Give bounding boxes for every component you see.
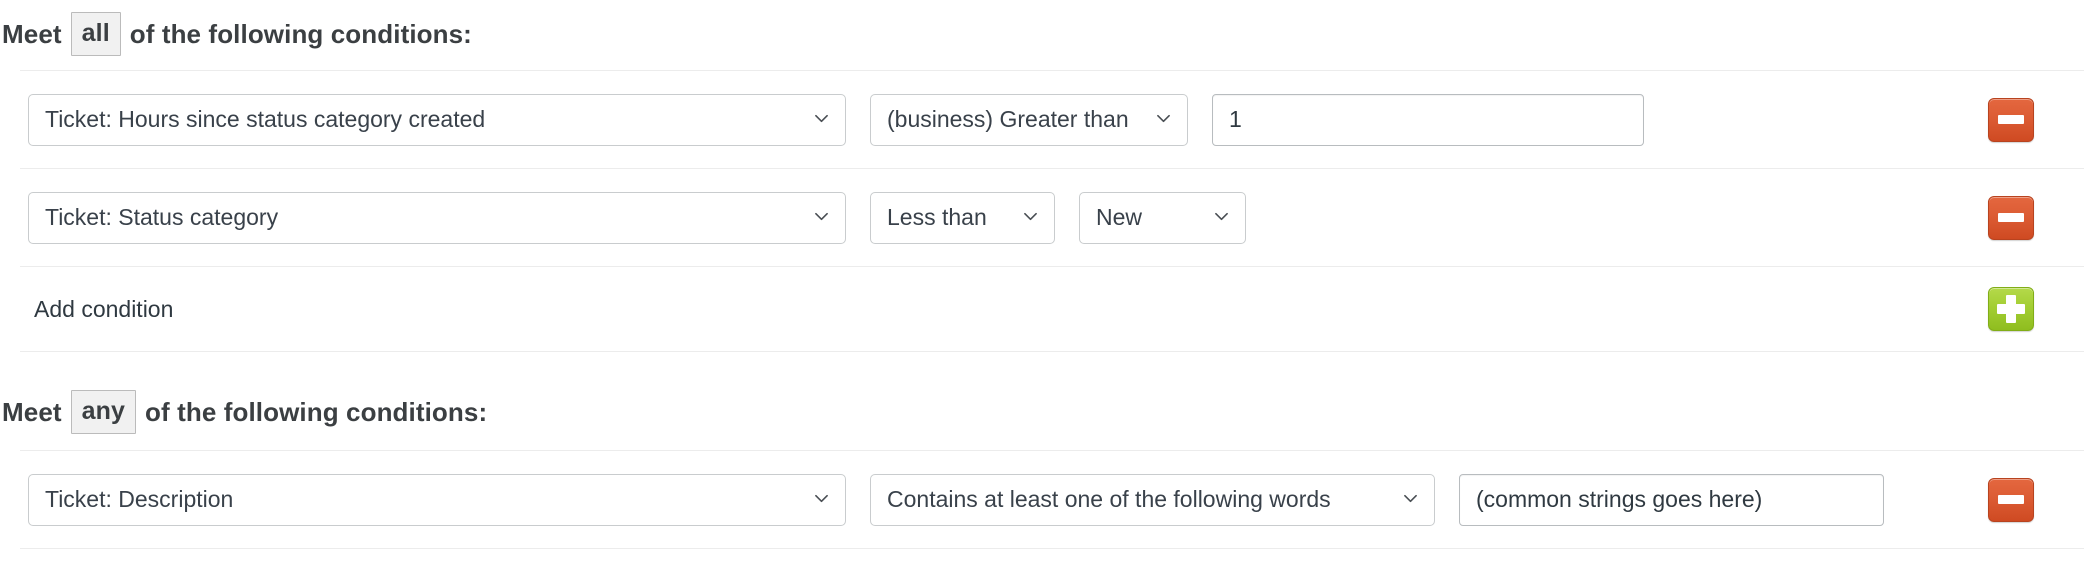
chevron-down-icon <box>1023 209 1038 224</box>
section-heading-all: Meet all of the following conditions: <box>0 0 2084 70</box>
condition-operator-value: Less than <box>887 204 987 230</box>
match-type-all[interactable]: all <box>70 12 121 56</box>
remove-condition-button[interactable] <box>1988 195 2034 240</box>
heading-lead-text: Meet <box>2 18 62 49</box>
condition-operator-select[interactable]: (business) Greater than <box>870 93 1188 146</box>
chevron-down-icon <box>814 491 829 506</box>
heading-tail-text: of the following conditions: <box>129 18 472 49</box>
condition-field-value: Ticket: Status category <box>45 204 279 230</box>
condition-value-select[interactable]: New <box>1079 191 1246 244</box>
chevron-down-icon <box>1214 209 1229 224</box>
heading-tail-text: of the following conditions: <box>145 396 488 427</box>
add-condition-link[interactable]: Add condition <box>28 296 173 323</box>
minus-icon <box>1998 114 2024 124</box>
condition-value-input[interactable]: (common strings goes here) <box>1459 473 1884 526</box>
condition-row: Ticket: Status category Less than New <box>0 169 2084 266</box>
condition-row: Ticket: Description Contains at least on… <box>0 451 2084 548</box>
condition-operator-value: (business) Greater than <box>887 106 1129 132</box>
condition-field-value: Ticket: Description <box>45 486 234 512</box>
condition-field-select[interactable]: Ticket: Hours since status category crea… <box>28 93 846 146</box>
add-condition-button[interactable] <box>1988 287 2034 331</box>
condition-value-text: (common strings goes here) <box>1476 486 1763 512</box>
condition-builder: Meet all of the following conditions: Ti… <box>0 0 2084 549</box>
condition-value-input[interactable]: 1 <box>1212 93 1644 146</box>
remove-condition-button[interactable] <box>1988 97 2034 142</box>
condition-value-text: New <box>1096 204 1143 230</box>
condition-operator-value: Contains at least one of the following w… <box>887 486 1331 512</box>
chevron-down-icon <box>1156 111 1171 126</box>
condition-operator-select[interactable]: Contains at least one of the following w… <box>870 473 1435 526</box>
section-heading-any: Meet any of the following conditions: <box>0 352 2084 450</box>
plus-icon-vertical <box>2006 295 2016 323</box>
condition-row: Ticket: Hours since status category crea… <box>0 71 2084 168</box>
condition-value-text: 1 <box>1229 106 1242 132</box>
match-type-any[interactable]: any <box>70 390 137 434</box>
chevron-down-icon <box>814 209 829 224</box>
remove-condition-button[interactable] <box>1988 477 2034 522</box>
chevron-down-icon <box>814 111 829 126</box>
add-condition-row: Add condition <box>0 267 2084 351</box>
minus-icon <box>1998 212 2024 222</box>
minus-icon <box>1998 494 2024 504</box>
chevron-down-icon <box>1403 491 1418 506</box>
condition-field-select[interactable]: Ticket: Description <box>28 473 846 526</box>
condition-field-value: Ticket: Hours since status category crea… <box>45 106 486 132</box>
row-separator <box>20 548 2084 549</box>
condition-operator-select[interactable]: Less than <box>870 191 1055 244</box>
condition-field-select[interactable]: Ticket: Status category <box>28 191 846 244</box>
heading-lead-text: Meet <box>2 396 62 427</box>
